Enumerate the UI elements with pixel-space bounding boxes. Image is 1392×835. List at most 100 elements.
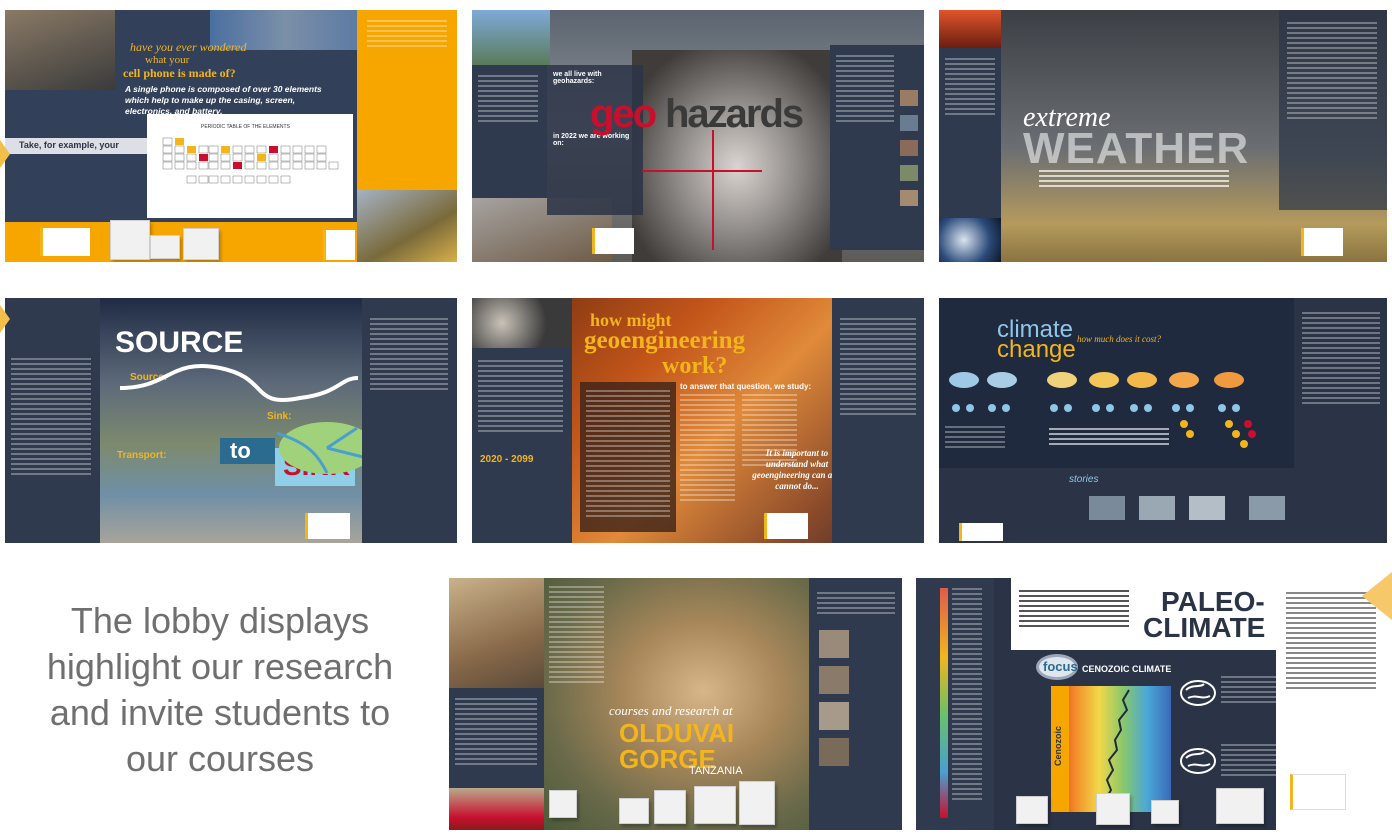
- cellphone-banner-text: Take, for example, your: [19, 140, 119, 150]
- geoeng-answer: to answer that question, we study:: [680, 382, 812, 391]
- panel-paleoclimate: PALEO- CLIMATE focus CENOZOIC CLIMATE Ce…: [916, 578, 1388, 830]
- info-card: [959, 523, 1003, 541]
- display-box: [654, 790, 686, 824]
- to-label: to: [230, 438, 251, 463]
- yellow-arrow-left: [0, 140, 10, 168]
- climate-tag: how much does it cost?: [1077, 334, 1161, 344]
- river-path: [119, 364, 359, 402]
- geohazards-sidebar: [472, 65, 547, 198]
- climate-right-column: [1294, 298, 1387, 468]
- geohazards-hazards: hazards: [665, 92, 804, 136]
- geoeng-sidebar: 2020 - 2099: [472, 298, 572, 543]
- globe-icon: [1180, 748, 1216, 774]
- cellphone-sidebar: [357, 10, 457, 195]
- geoeng-years: 2020 - 2099: [480, 454, 534, 465]
- panel-olduvai: courses and research at OLDUVAI GORGE TA…: [449, 578, 902, 830]
- satellite-photo: [472, 298, 572, 348]
- panel-climate-change: climate change how much does it cost? st…: [939, 298, 1387, 543]
- display-box: [1216, 788, 1264, 824]
- yellow-arrow-right: [1362, 572, 1392, 620]
- caption-line-2: highlight our research: [46, 646, 394, 687]
- info-card: [592, 228, 634, 254]
- geoeng-line-3: work?: [662, 353, 728, 379]
- focus-lens: focus: [1036, 654, 1078, 680]
- olduvai-tanzania: TANZANIA: [689, 765, 743, 777]
- weather-weather: WEATHER: [1023, 124, 1250, 173]
- caption-line-4: our courses: [125, 738, 315, 779]
- paleo-timeline-column: [916, 578, 994, 830]
- timeline-bar: [940, 588, 948, 818]
- paleo-header: PALEO- CLIMATE: [1011, 578, 1276, 650]
- weather-right-column: [1279, 10, 1387, 210]
- geoeng-right-column: [832, 298, 924, 543]
- source-sidebar: [5, 298, 100, 543]
- paleo-cenozoic: CENOZOIC CLIMATE: [1082, 664, 1172, 674]
- display-box: [1096, 793, 1130, 825]
- road-photo: [472, 10, 550, 65]
- olduvai-intro-text: [549, 586, 604, 716]
- display-box: [619, 798, 649, 824]
- fire-photo: [939, 10, 1001, 48]
- periodic-table-grid: [162, 137, 339, 184]
- geohazards-geo: geo: [590, 92, 657, 136]
- display-box: [739, 781, 775, 825]
- caption-line-1: The lobby displays: [70, 600, 370, 641]
- students-photo: [449, 578, 544, 688]
- change-word: change: [997, 336, 1076, 363]
- olduvai-sidebar: [449, 688, 544, 788]
- display-box: [1151, 800, 1179, 824]
- cellphone-quote: A single phone is composed of over 30 el…: [125, 84, 322, 116]
- yellow-arrow-left: [0, 305, 10, 333]
- weather-quote-text: [1039, 170, 1229, 206]
- paleo-focus: focus: [1043, 659, 1078, 674]
- olduvai-courses: courses and research at: [609, 703, 733, 718]
- info-card: [323, 230, 355, 260]
- geoeng-text-left: [580, 382, 676, 532]
- info-card: [764, 513, 808, 539]
- fault-line: [712, 130, 714, 250]
- lobby-caption: The lobby displays highlight our researc…: [20, 598, 420, 782]
- cellphone-title-2: what your: [145, 54, 190, 66]
- mining-photo: [5, 10, 115, 90]
- source-right-column: [362, 298, 457, 543]
- info-card: [1301, 228, 1343, 256]
- paleo-title-2: CLIMATE: [1143, 612, 1266, 643]
- stories-title: stories: [1069, 474, 1099, 485]
- paleo-text: [1221, 676, 1281, 786]
- weather-sidebar: [939, 48, 1001, 218]
- cellphone-title-3: cell phone is made of?: [123, 66, 236, 80]
- gallery-page: have you ever wondered what your cell ph…: [0, 0, 1392, 835]
- display-box: [150, 235, 180, 259]
- info-card: [1290, 774, 1346, 810]
- truck-photo: [357, 190, 457, 262]
- geohazards-people-list: [830, 45, 924, 250]
- stories-section: stories: [939, 468, 1387, 543]
- geohazards-intro: we all live with geohazards:: [553, 71, 602, 85]
- display-box: [694, 786, 736, 824]
- transport-label: Transport:: [117, 450, 167, 461]
- globe-icon: [1180, 680, 1216, 706]
- info-card: [40, 228, 90, 256]
- climate-quote: [1049, 428, 1169, 468]
- display-box: [1016, 796, 1048, 824]
- info-card: [305, 513, 350, 539]
- panel-weather: extreme WEATHER: [939, 10, 1387, 262]
- cellphone-title-1: have you ever wondered: [130, 40, 247, 54]
- periodic-table: PERIODIC TABLE OF THE ELEMENTS: [147, 114, 353, 218]
- group-photo: [449, 788, 544, 830]
- geohazards-text-box: we all live with geohazards: in 2022 we …: [547, 65, 643, 215]
- panel-geohazards: we all live with geohazards: in 2022 we …: [472, 10, 924, 262]
- geoeng-line-2: geoengineering: [584, 327, 746, 354]
- display-box: [110, 220, 150, 260]
- panel-cellphone: have you ever wondered what your cell ph…: [5, 10, 457, 262]
- eruption-photo: [632, 50, 842, 262]
- display-box: [183, 228, 219, 260]
- panel-source-sink: SOURCE Source: Sink: Transport: to SINK: [5, 298, 457, 543]
- climate-note: [945, 426, 1005, 454]
- caption-line-3: and invite students to: [49, 692, 391, 733]
- hurricane-photo: [939, 218, 1001, 262]
- fault-line: [642, 170, 762, 172]
- olduvai-right-column: [809, 578, 902, 830]
- display-box: [549, 790, 577, 818]
- panel-geoengineering: 2020 - 2099 how might geoengineering wor…: [472, 298, 924, 543]
